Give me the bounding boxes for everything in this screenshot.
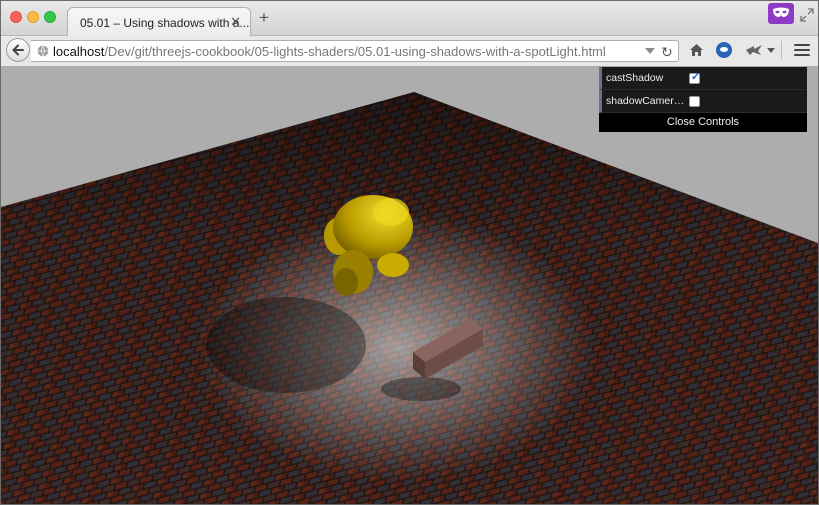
home-icon[interactable] bbox=[689, 43, 704, 57]
reload-icon[interactable]: ↻ bbox=[661, 44, 673, 61]
dropdown-icon[interactable] bbox=[645, 48, 655, 54]
cast-shadow-checkbox[interactable] bbox=[689, 70, 700, 84]
dat-gui-panel: castShadow shadowCamera... Close Control… bbox=[599, 67, 807, 132]
mask-icon[interactable] bbox=[768, 3, 794, 24]
shadow-camera-checkbox[interactable] bbox=[689, 96, 700, 107]
threejs-scene[interactable] bbox=[1, 67, 818, 504]
window-minimize-button[interactable] bbox=[27, 11, 39, 23]
monkey-shadow bbox=[206, 297, 366, 393]
gui-label: castShadow bbox=[606, 72, 664, 84]
window-maximize-button[interactable] bbox=[44, 11, 56, 23]
pocket-icon[interactable] bbox=[716, 42, 732, 58]
url-path: /Dev/git/threejs-cookbook/05-lights-shad… bbox=[104, 44, 606, 59]
new-tab-button[interactable]: + bbox=[259, 9, 269, 26]
close-controls-button[interactable]: Close Controls bbox=[599, 113, 807, 132]
tab-title: 05.01 – Using shadows with a... bbox=[80, 16, 250, 30]
navigation-bar: localhost/Dev/git/threejs-cookbook/05-li… bbox=[1, 36, 818, 67]
browser-window: 05.01 – Using shadows with a... ✕ + loca… bbox=[0, 0, 819, 505]
tab-bar: 05.01 – Using shadows with a... ✕ + bbox=[1, 1, 818, 36]
tab-close-icon[interactable]: ✕ bbox=[230, 14, 241, 30]
window-close-button[interactable] bbox=[10, 11, 22, 23]
webgl-viewport[interactable]: castShadow shadowCamera... Close Control… bbox=[1, 67, 818, 504]
extension-icon[interactable] bbox=[745, 44, 763, 56]
back-button[interactable] bbox=[6, 38, 30, 62]
url-text[interactable]: localhost/Dev/git/threejs-cookbook/05-li… bbox=[53, 44, 606, 59]
back-arrow-icon bbox=[12, 44, 24, 56]
url-host: localhost bbox=[53, 44, 105, 59]
globe-icon bbox=[37, 45, 49, 57]
gui-row-shadow-camera[interactable]: shadowCamera... bbox=[599, 90, 807, 113]
expand-icon[interactable] bbox=[800, 8, 814, 22]
url-bar[interactable]: localhost/Dev/git/threejs-cookbook/05-li… bbox=[31, 40, 679, 62]
toolbar-separator bbox=[781, 41, 782, 60]
active-tab[interactable]: 05.01 – Using shadows with a... ✕ bbox=[67, 7, 251, 36]
gui-row-cast-shadow[interactable]: castShadow bbox=[599, 67, 807, 90]
gui-label: shadowCamera... bbox=[606, 95, 686, 107]
box-shadow bbox=[381, 377, 461, 401]
menu-icon[interactable] bbox=[794, 44, 810, 59]
extension-dropdown-icon[interactable] bbox=[767, 48, 775, 53]
